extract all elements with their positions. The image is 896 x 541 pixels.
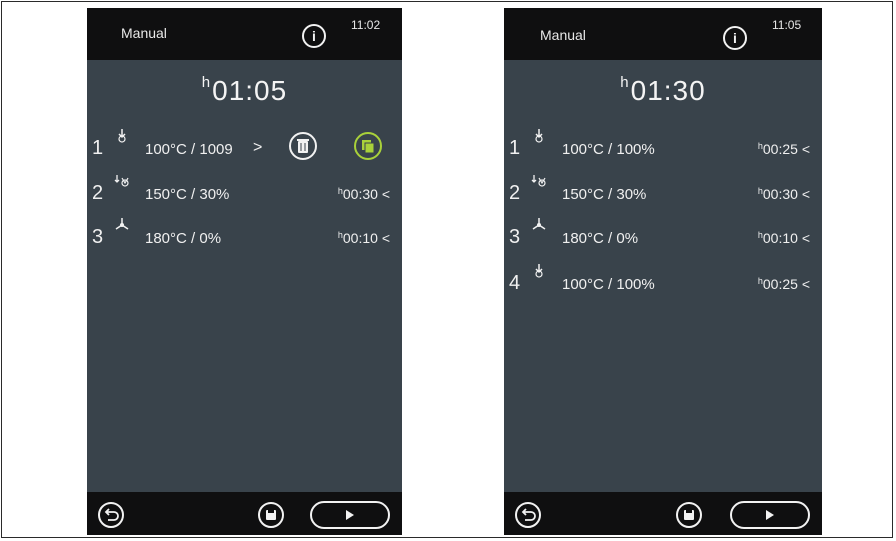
step-row-2[interactable]: 2 150°C / 30% h00:30 < [87, 175, 402, 208]
step-time: h00:10 < [337, 230, 390, 246]
step-number: 1 [509, 137, 521, 159]
fan-icon [115, 218, 129, 230]
expand-arrow[interactable]: > [253, 139, 262, 157]
oven-screen-left: Manual i 11:02 h01:05 1 100°C / 1009 > 2… [87, 8, 402, 535]
bottom-bar [87, 492, 402, 535]
top-bar: Manual i 11:05 [504, 8, 822, 60]
step-time: h00:10 < [757, 230, 810, 246]
play-button[interactable] [730, 501, 810, 529]
step-number: 3 [92, 226, 104, 248]
step-row-3[interactable]: 3 180°C / 0% h00:10 < [87, 218, 402, 252]
play-button[interactable] [310, 501, 390, 529]
step-number: 3 [509, 226, 521, 248]
info-icon[interactable]: i [723, 26, 747, 50]
total-time: h01:30 [620, 74, 706, 106]
step-row-1[interactable]: 1 100°C / 1009 > [87, 129, 402, 163]
back-icon[interactable] [98, 502, 124, 528]
step-values: 180°C / 0% [562, 230, 639, 247]
combi-icon [531, 175, 546, 187]
steam-icon [535, 129, 543, 143]
step-number: 1 [92, 137, 104, 159]
mode-label: Manual [540, 27, 586, 43]
step-values: 180°C / 0% [145, 230, 222, 247]
step-time: h00:30 < [337, 186, 390, 202]
bottom-bar [504, 492, 822, 535]
step-values: 100°C / 100% [562, 141, 655, 158]
copy-icon[interactable] [354, 132, 382, 160]
step-row-3[interactable]: 3 180°C / 0% h00:10 < [504, 218, 822, 252]
save-icon[interactable] [676, 502, 702, 528]
step-number: 4 [509, 272, 521, 294]
step-row-2[interactable]: 2 150°C / 30% h00:30 < [504, 175, 822, 208]
step-number: 2 [92, 182, 104, 204]
step-time: h00:25 < [757, 276, 810, 292]
step-values: 100°C / 1009 [145, 141, 233, 158]
step-time: h00:25 < [757, 141, 810, 157]
save-icon[interactable] [258, 502, 284, 528]
step-values: 150°C / 30% [145, 186, 230, 203]
step-number: 2 [509, 182, 521, 204]
combi-icon [114, 175, 129, 187]
top-bar: Manual i 11:02 [87, 8, 402, 60]
step-row-4[interactable]: 4 100°C / 100% h00:25 < [504, 264, 822, 298]
oven-screen-right: Manual i 11:05 h01:30 1 100°C / 100% h00… [504, 8, 822, 535]
back-icon[interactable] [515, 502, 541, 528]
mode-label: Manual [121, 25, 167, 41]
trash-icon[interactable] [289, 132, 317, 160]
step-time: h00:30 < [757, 186, 810, 202]
steam-icon [118, 129, 126, 143]
fan-icon [532, 218, 546, 230]
clock: 11:02 [351, 18, 381, 32]
info-icon[interactable]: i [302, 24, 326, 48]
clock: 11:05 [772, 18, 802, 32]
step-values: 150°C / 30% [562, 186, 647, 203]
step-values: 100°C / 100% [562, 276, 655, 293]
steam-icon [535, 264, 543, 278]
total-time: h01:05 [201, 74, 288, 106]
step-row-1[interactable]: 1 100°C / 100% h00:25 < [504, 129, 822, 163]
